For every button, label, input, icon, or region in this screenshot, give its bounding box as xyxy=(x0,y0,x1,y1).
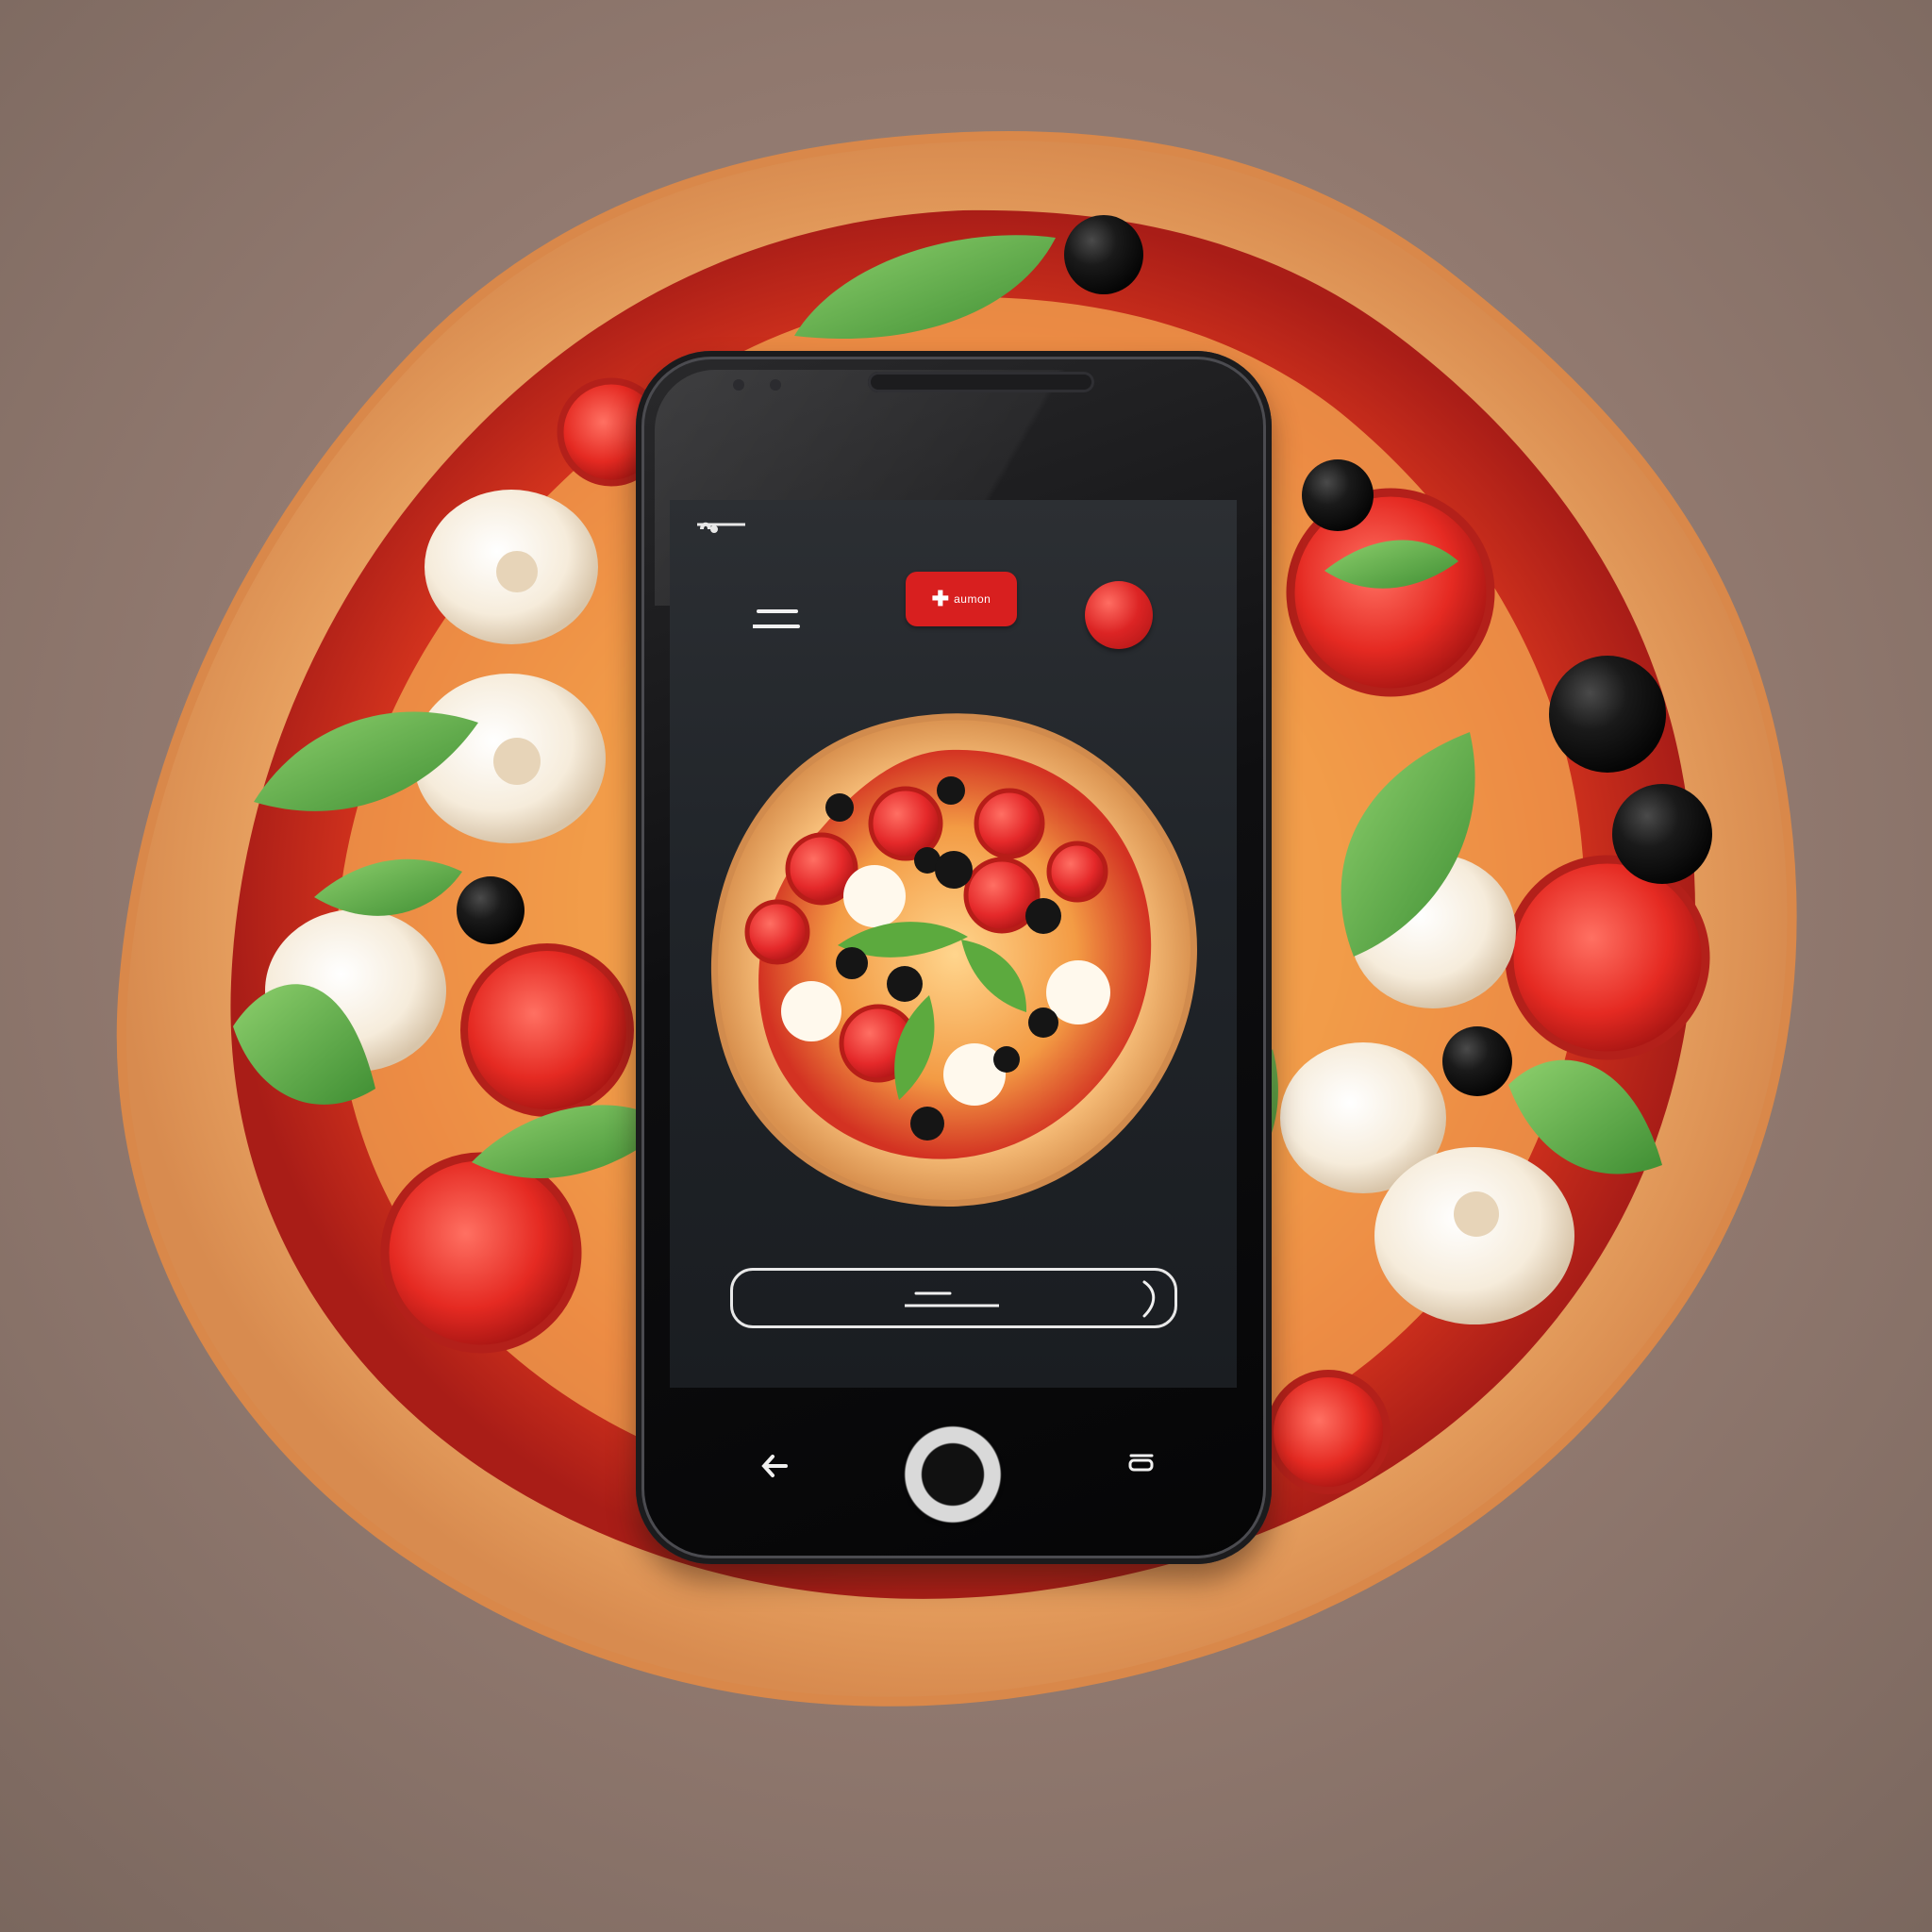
mini-olive xyxy=(1025,898,1061,934)
mini-olive xyxy=(937,776,965,805)
mini-olive xyxy=(887,966,923,1002)
tomato-slice xyxy=(1505,855,1710,1060)
olive xyxy=(1549,656,1666,773)
brand-label: aumon xyxy=(954,592,991,606)
olive xyxy=(457,876,525,944)
pepperoni xyxy=(744,899,810,965)
tomato-slice xyxy=(380,1152,582,1354)
mini-olive xyxy=(910,1107,944,1141)
pepperoni xyxy=(974,788,1045,859)
brand-button[interactable]: ✚ aumon xyxy=(906,572,1017,626)
pepperoni xyxy=(1046,841,1108,903)
speaker-grille xyxy=(868,372,1094,392)
mini-olive xyxy=(993,1046,1020,1073)
home-button-icon[interactable] xyxy=(904,1425,1002,1524)
mozzarella-center xyxy=(496,551,538,592)
phone-sensor xyxy=(733,379,744,391)
mini-olive xyxy=(825,793,854,822)
caret-icon xyxy=(1142,1280,1156,1318)
olive xyxy=(1612,784,1712,884)
recent-apps-icon[interactable] xyxy=(1123,1449,1160,1475)
mozzarella-center xyxy=(493,738,541,785)
phone-screen: ✚ aumon xyxy=(670,500,1237,1388)
tomato-slice xyxy=(460,943,634,1117)
mini-mozzarella xyxy=(781,981,841,1041)
plus-icon: ✚ xyxy=(931,587,950,610)
olive xyxy=(1064,215,1143,294)
mini-olive xyxy=(836,947,868,979)
mozzarella-center xyxy=(1454,1191,1499,1237)
olive xyxy=(1302,459,1374,531)
front-camera-icon xyxy=(770,379,781,391)
back-icon[interactable] xyxy=(759,1453,797,1479)
mini-olive xyxy=(935,851,973,889)
featured-pizza-image[interactable] xyxy=(692,694,1211,1213)
status-icon xyxy=(697,522,745,533)
mini-mozzarella xyxy=(843,865,906,927)
menu-icon[interactable] xyxy=(753,604,800,638)
smartphone: ✚ aumon xyxy=(636,351,1272,1564)
tomato-slice xyxy=(1266,1370,1391,1494)
pizza-phone-scene: ✚ aumon xyxy=(0,0,1932,1932)
lines-icon xyxy=(905,1291,999,1307)
cart-dot-icon[interactable] xyxy=(1085,581,1153,649)
order-bar-button[interactable] xyxy=(730,1268,1177,1328)
mini-olive xyxy=(1028,1008,1058,1038)
olive xyxy=(1442,1026,1512,1096)
